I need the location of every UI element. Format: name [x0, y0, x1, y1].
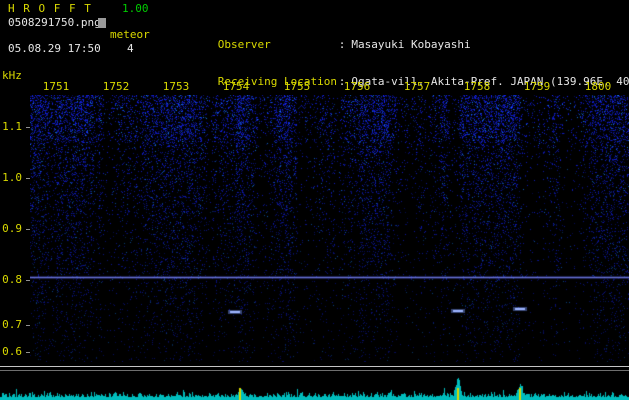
level-canvas	[0, 373, 629, 400]
time-tick-label: 1752	[102, 80, 130, 93]
meteor-count: 4	[127, 42, 134, 55]
info-row-location: Receiving Location: Ogata-vill. Akita-Pre…	[178, 64, 629, 88]
freq-tick-label: 1.0	[2, 171, 22, 184]
cursor-block	[98, 18, 106, 28]
time-tick-label: 1800	[584, 80, 612, 93]
freq-tick-label: 1.1	[2, 120, 22, 133]
separator-line-bottom	[0, 370, 629, 371]
freq-axis-unit: kHz	[2, 69, 22, 82]
info-separator: :	[338, 38, 346, 51]
freq-tick-label: 0.8	[2, 273, 22, 286]
info-label: Observer	[217, 38, 271, 51]
spectrogram-canvas	[30, 95, 629, 362]
info-value: Masayuki Kobayashi	[351, 38, 471, 51]
time-tick-label: 1751	[42, 80, 70, 93]
freq-tick-label: 0.9	[2, 222, 22, 235]
time-tick-label: 1754	[222, 80, 250, 93]
separator-line-top	[0, 366, 629, 367]
datetime-label: 05.08.29 17:50	[8, 42, 101, 55]
output-filename: 0508291750.png	[8, 16, 101, 29]
hrofft-screen: H R O F F T 1.00 0508291750.png meteor 0…	[0, 0, 629, 400]
time-tick-label: 1758	[463, 80, 491, 93]
time-tick-label: 1759	[523, 80, 551, 93]
time-tick-label: 1756	[343, 80, 371, 93]
time-tick-label: 1757	[403, 80, 431, 93]
time-tick-label: 1753	[162, 80, 190, 93]
freq-tick-label: 0.7	[2, 318, 22, 331]
mode-label: meteor	[110, 28, 150, 41]
app-title: H R O F F T	[8, 2, 92, 15]
freq-tick-label: 0.6	[2, 345, 22, 358]
app-version: 1.00	[122, 2, 149, 15]
time-tick-label: 1755	[283, 80, 311, 93]
info-row-observer: Observer: Masayuki Kobayashi	[178, 27, 629, 51]
